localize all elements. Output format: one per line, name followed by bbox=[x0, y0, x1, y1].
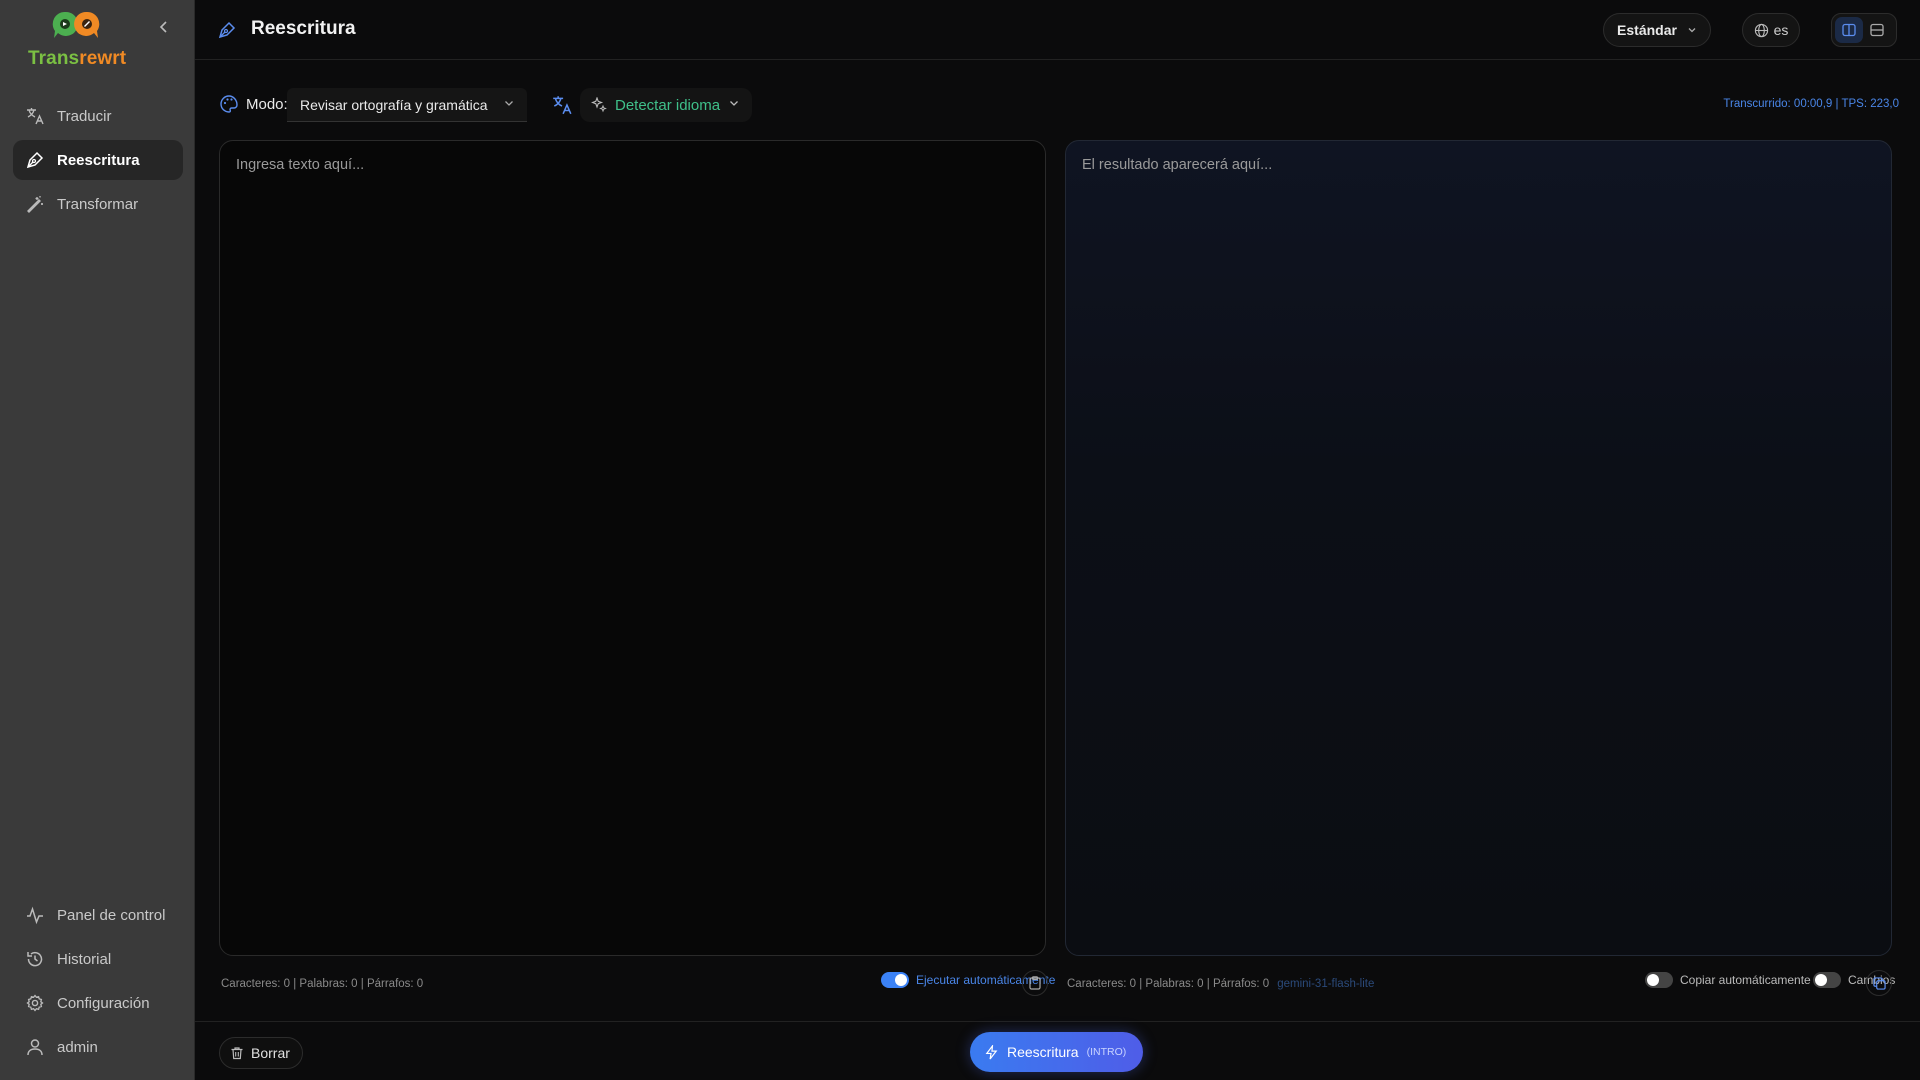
layout-toggle bbox=[1831, 13, 1897, 47]
history-icon bbox=[27, 951, 43, 967]
language-detect-value: Detectar idioma bbox=[615, 96, 721, 114]
chevron-down-icon bbox=[505, 101, 513, 106]
magic-wand-icon bbox=[27, 196, 43, 213]
translate-icon bbox=[27, 108, 44, 125]
mode-select[interactable]: Revisar ortografía y gramática bbox=[287, 88, 527, 122]
nav-item-translate[interactable]: Traducir bbox=[13, 96, 183, 136]
logo-icon bbox=[52, 10, 102, 44]
activity-icon bbox=[27, 906, 43, 925]
split-vertical-button[interactable] bbox=[1835, 17, 1863, 43]
trash-icon bbox=[231, 1047, 243, 1060]
chevron-left-icon bbox=[159, 21, 167, 33]
nav-item-label: Historial bbox=[57, 950, 112, 968]
top-bar: Reescritura Estándar es bbox=[195, 0, 1920, 60]
nav-item-settings[interactable]: Configuración bbox=[13, 983, 183, 1023]
copy-output-button[interactable] bbox=[1866, 970, 1892, 996]
output-stats-text: Caracteres: 0 | Palabras: 0 | Párrafos: … bbox=[1067, 978, 1270, 990]
run-label: Reescritura bbox=[1007, 1044, 1079, 1060]
run-shortcut: (INTRO) bbox=[1086, 1046, 1127, 1058]
nav-item-label: Panel de control bbox=[57, 906, 166, 924]
gear-icon bbox=[26, 994, 44, 1012]
nav-item-label: Transformar bbox=[57, 195, 139, 213]
input-stats: Caracteres: 0 | Palabras: 0 | Párrafos: … bbox=[221, 978, 424, 990]
user-icon bbox=[27, 1039, 43, 1056]
toggle-switch[interactable] bbox=[881, 972, 909, 988]
app-name: Transrewrt bbox=[28, 48, 126, 70]
clear-button[interactable]: Borrar bbox=[219, 1037, 303, 1069]
input-placeholder: Ingresa texto aquí... bbox=[236, 157, 365, 173]
ui-language-value: es bbox=[1773, 22, 1789, 38]
columns-icon bbox=[1842, 23, 1856, 37]
nav-item-dashboard[interactable]: Panel de control bbox=[13, 895, 183, 935]
nav-item-user[interactable]: admin bbox=[13, 1027, 183, 1067]
translate-icon bbox=[551, 94, 573, 116]
app-name-part1: Trans bbox=[28, 48, 80, 69]
ui-language-button[interactable]: es bbox=[1742, 13, 1800, 47]
language-detect-select[interactable]: Detectar idioma bbox=[580, 88, 752, 122]
main-content: Reescritura Estándar es Modo: Revisar or… bbox=[195, 0, 1920, 1080]
split-horizontal-button[interactable] bbox=[1863, 17, 1891, 43]
auto-copy-toggle[interactable]: Copiar automáticamente bbox=[1645, 972, 1811, 988]
palette-icon bbox=[219, 94, 239, 114]
app-name-part2: rewrt bbox=[79, 48, 127, 69]
rows-icon bbox=[1870, 23, 1884, 37]
mode-select-value: Revisar ortografía y gramática bbox=[300, 96, 488, 113]
elapsed-stats: Transcurrido: 00:00,9 | TPS: 223,0 bbox=[1723, 98, 1899, 110]
nav-item-history[interactable]: Historial bbox=[13, 939, 183, 979]
model-name: gemini-31-flash-lite bbox=[1277, 978, 1375, 990]
pen-icon bbox=[217, 20, 237, 40]
auto-copy-label: Copiar automáticamente bbox=[1680, 973, 1811, 987]
nav-item-transform[interactable]: Transformar bbox=[13, 184, 183, 224]
sparkle-icon bbox=[591, 97, 607, 113]
sidebar: Transrewrt Traducir Reescritura Transfor… bbox=[0, 0, 195, 1080]
nav-item-label: Reescritura bbox=[57, 151, 140, 169]
output-area[interactable]: El resultado aparecerá aquí... bbox=[1065, 140, 1892, 956]
chevron-down-icon bbox=[730, 101, 738, 106]
chevron-down-icon bbox=[1688, 28, 1696, 33]
rewrite-run-button[interactable]: Reescritura (INTRO) bbox=[970, 1032, 1143, 1072]
nav-item-label: admin bbox=[57, 1038, 98, 1056]
paste-button[interactable] bbox=[1022, 970, 1048, 996]
input-textarea[interactable]: Ingresa texto aquí... bbox=[219, 140, 1046, 956]
output-stats: Caracteres: 0 | Palabras: 0 | Párrafos: … bbox=[1067, 973, 1374, 995]
output-placeholder: El resultado aparecerá aquí... bbox=[1082, 157, 1273, 173]
page-title: Reescritura bbox=[251, 18, 356, 39]
nav-item-label: Configuración bbox=[57, 994, 150, 1012]
copy-icon bbox=[1872, 976, 1886, 990]
clipboard-icon bbox=[1029, 976, 1041, 990]
collapse-sidebar-button[interactable] bbox=[155, 18, 173, 36]
clear-label: Borrar bbox=[251, 1045, 290, 1061]
nav-item-rewrite[interactable]: Reescritura bbox=[13, 140, 183, 180]
style-select[interactable]: Estándar bbox=[1603, 13, 1711, 47]
bottom-nav: Panel de control Historial Configuración… bbox=[13, 895, 183, 1071]
toolbar: Modo: Revisar ortografía y gramática Det… bbox=[219, 88, 1899, 122]
nav-item-label: Traducir bbox=[57, 107, 112, 125]
main-nav: Traducir Reescritura Transformar bbox=[13, 96, 183, 228]
app-logo[interactable]: Transrewrt bbox=[28, 10, 138, 72]
globe-icon bbox=[1754, 23, 1768, 37]
style-select-value: Estándar bbox=[1617, 22, 1677, 38]
lightning-icon bbox=[985, 1044, 998, 1059]
bottom-bar: Borrar Reescritura (INTRO) bbox=[195, 1021, 1920, 1080]
toggle-switch[interactable] bbox=[1813, 972, 1841, 988]
pen-icon bbox=[26, 151, 44, 169]
toggle-switch[interactable] bbox=[1645, 972, 1673, 988]
mode-label: Modo: bbox=[246, 96, 288, 113]
